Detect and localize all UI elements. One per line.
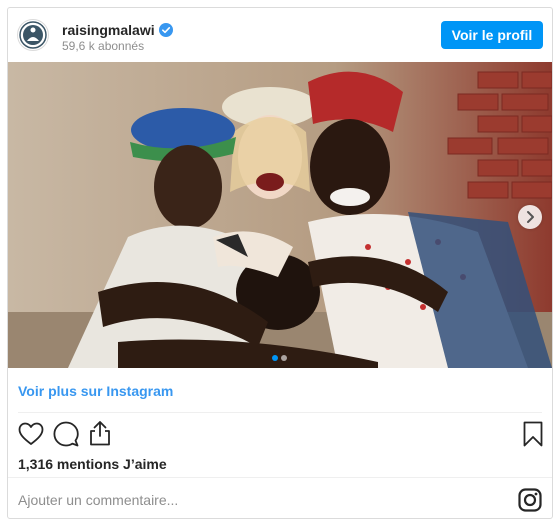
- heart-icon[interactable]: [18, 422, 44, 446]
- post-image: [8, 62, 552, 368]
- view-more-on-instagram-link[interactable]: Voir plus sur Instagram: [18, 383, 173, 399]
- instagram-embed-card: raisingmalawi 59,6 k abonnés Voir le pro…: [7, 7, 553, 519]
- instagram-icon[interactable]: [518, 488, 542, 512]
- carousel-next-button[interactable]: [518, 205, 542, 229]
- verified-icon: [158, 23, 173, 37]
- username-link[interactable]: raisingmalawi: [62, 22, 173, 38]
- share-icon[interactable]: [88, 420, 112, 446]
- post-photo[interactable]: [8, 62, 552, 368]
- post-header: raisingmalawi 59,6 k abonnés Voir le pro…: [8, 8, 552, 62]
- like-count[interactable]: 1,316 mentions J’aime: [18, 456, 167, 472]
- chevron-right-icon: [527, 211, 534, 223]
- view-profile-button[interactable]: Voir le profil: [441, 21, 543, 49]
- divider: [8, 477, 552, 478]
- bookmark-icon[interactable]: [523, 421, 543, 447]
- carousel-dot: [281, 355, 287, 361]
- divider: [18, 412, 542, 413]
- comment-input[interactable]: [16, 486, 500, 514]
- comment-icon[interactable]: [53, 421, 79, 447]
- carousel-dot: [272, 355, 278, 361]
- avatar[interactable]: [17, 19, 49, 51]
- follower-count: 59,6 k abonnés: [62, 39, 145, 53]
- username-text[interactable]: raisingmalawi: [62, 22, 155, 38]
